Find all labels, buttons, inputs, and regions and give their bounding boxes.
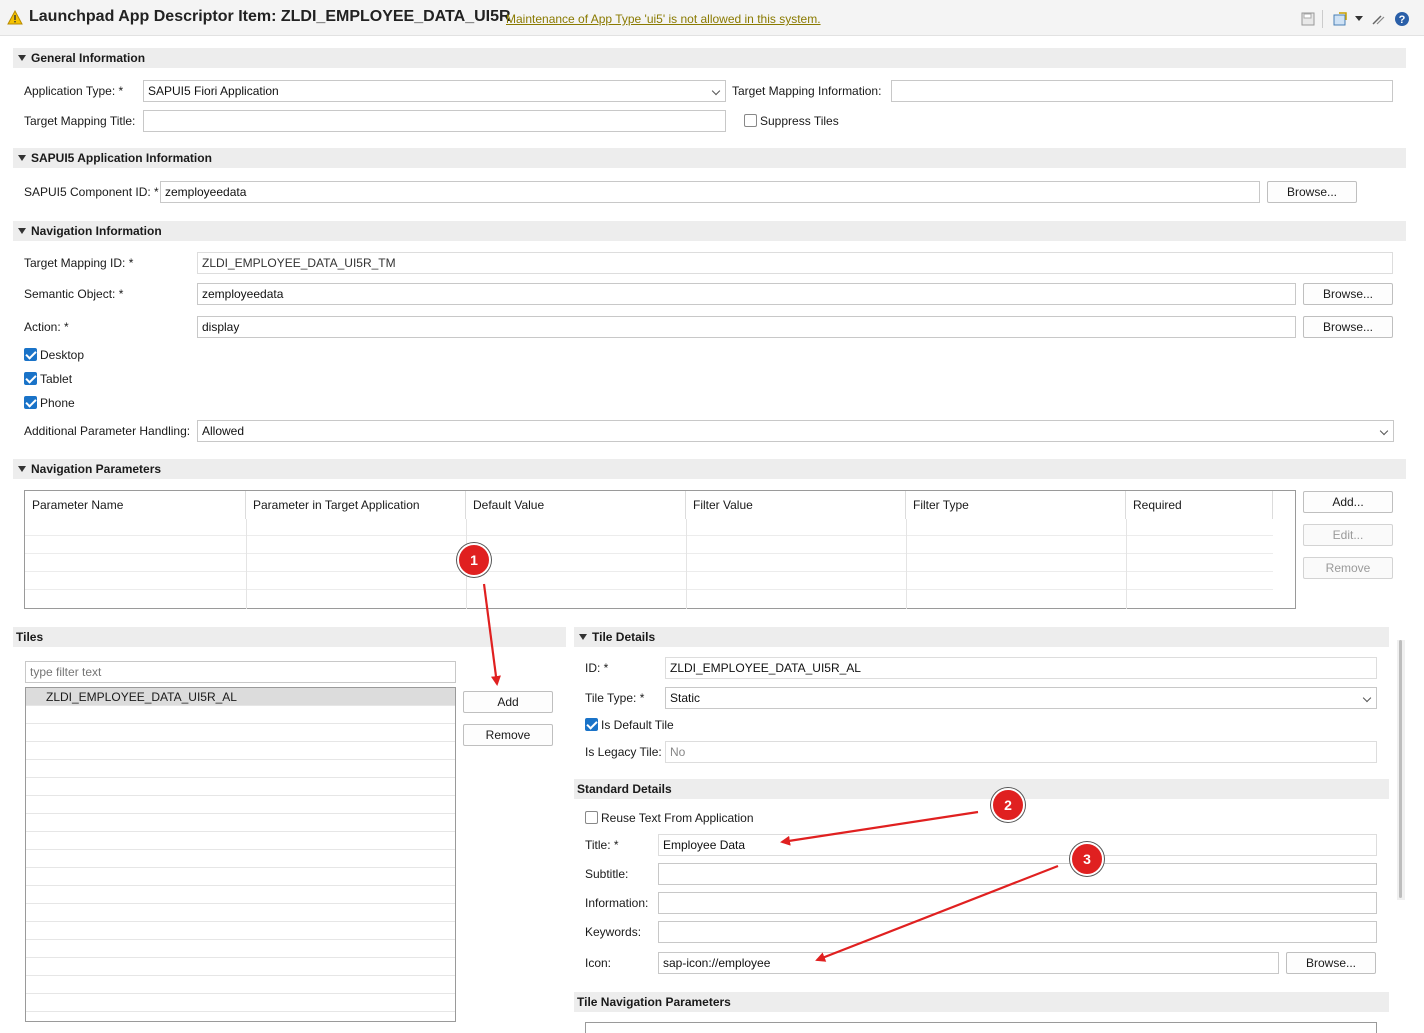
annotation-arrows xyxy=(482,583,1059,962)
annotation-arrow-1 xyxy=(482,583,501,686)
annotation-badge-1: 1 xyxy=(457,543,491,577)
annotation-badge-2: 2 xyxy=(991,788,1025,822)
annotation-arrow-2 xyxy=(780,810,979,846)
annotation-badge-3: 3 xyxy=(1070,842,1104,876)
annotation-arrow-3 xyxy=(815,864,1059,962)
